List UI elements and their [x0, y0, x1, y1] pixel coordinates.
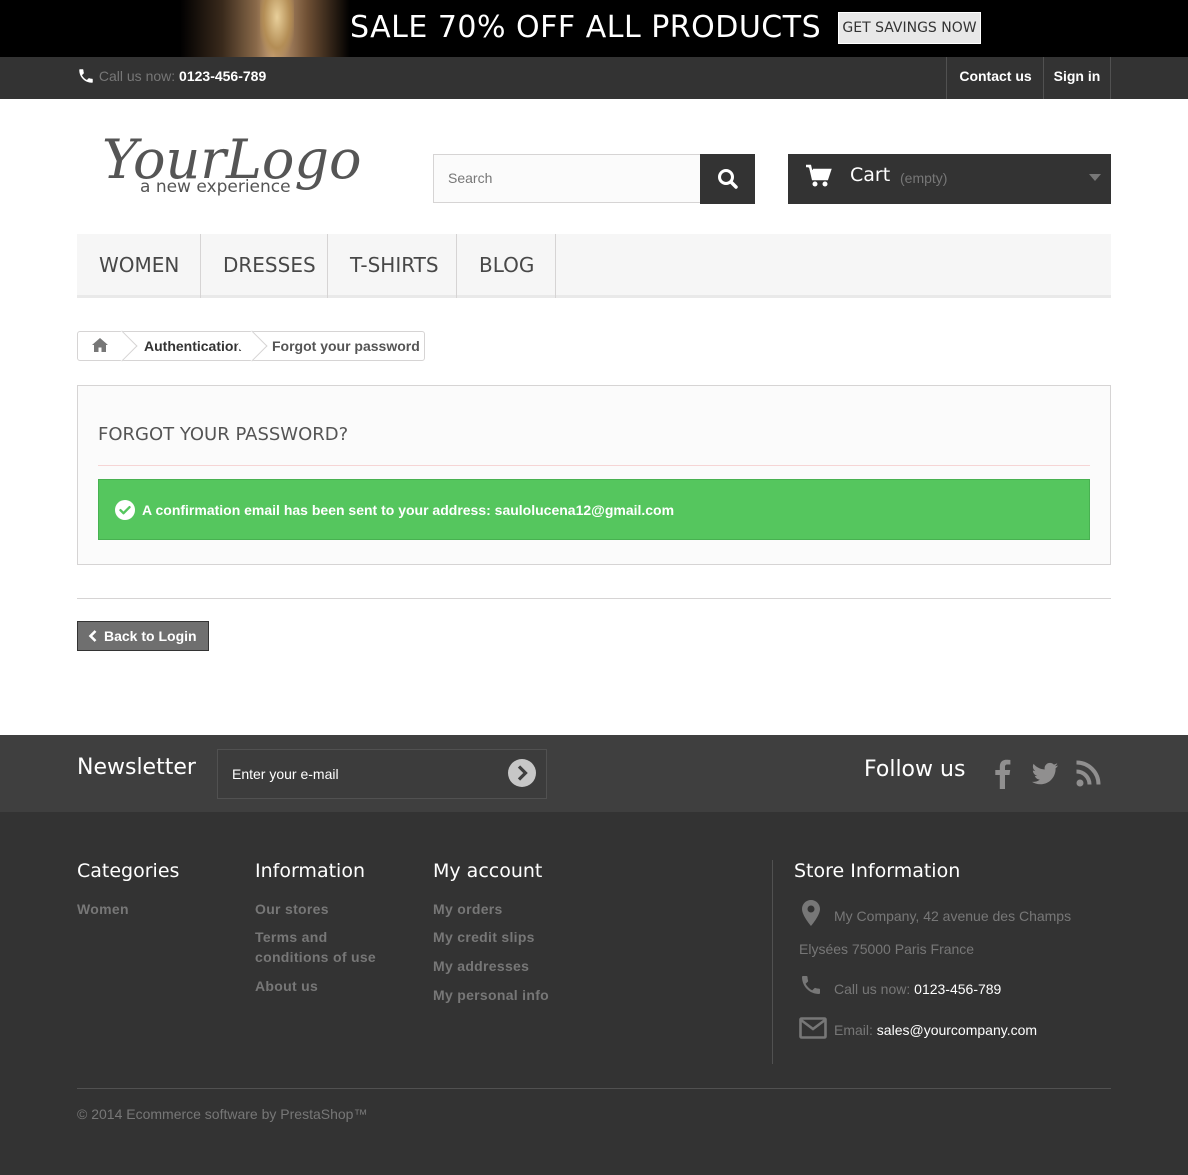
store-email: Email: sales@yourcompany.com [834, 1022, 1037, 1038]
menu-item-tshirts[interactable]: T-SHIRTS [328, 234, 457, 298]
back-to-login-label: Back to Login [104, 628, 197, 644]
newsletter-submit-icon[interactable] [507, 758, 537, 788]
breadcrumb-authentication[interactable]: Authentication [144, 338, 242, 354]
phone-icon [77, 67, 95, 88]
store-email-link[interactable]: sales@yourcompany.com [877, 1022, 1037, 1038]
banner-headline: SALE 70% OFF ALL PRODUCTS [350, 10, 822, 45]
search-button[interactable] [700, 154, 755, 204]
store-address-line1: My Company, 42 avenue des Champs [834, 908, 1072, 924]
menu-item-dresses[interactable]: DRESSES [201, 234, 328, 298]
follow-us-title: Follow us [864, 757, 966, 782]
top-phone-info: Call us now: 0123-456-789 [77, 67, 266, 88]
cart-block[interactable]: Cart (empty) [788, 154, 1111, 204]
store-address-line2: Elysées 75000 Paris France [799, 941, 975, 957]
menu-item-blog[interactable]: BLOG [457, 234, 556, 298]
store-call-label: Call us now: [834, 981, 911, 997]
footer-link-our-stores[interactable]: Our stores [255, 899, 329, 919]
sign-in-link[interactable]: Sign in [1043, 57, 1111, 99]
rss-icon[interactable] [1074, 757, 1104, 789]
footer-link-about-us[interactable]: About us [255, 976, 318, 996]
menu-item-women[interactable]: WOMEN [77, 234, 201, 298]
banner-model-image [180, 0, 350, 57]
page-title: FORGOT YOUR PASSWORD? [98, 424, 349, 445]
cart-label: Cart [850, 164, 891, 186]
check-circle-icon [115, 500, 135, 520]
footer-link-addresses[interactable]: My addresses [433, 956, 529, 976]
search-input[interactable]: Search [433, 154, 701, 203]
footer-link-credit-slips[interactable]: My credit slips [433, 927, 535, 947]
store-phone-number: 0123-456-789 [914, 981, 1002, 997]
success-alert: A confirmation email has been sent to yo… [98, 479, 1090, 540]
main-menu: WOMEN DRESSES T-SHIRTS BLOG [77, 234, 1111, 298]
footer-link-women[interactable]: Women [77, 899, 129, 919]
chevron-left-icon [88, 630, 97, 642]
search-icon [718, 169, 738, 189]
store-phone: Call us now: 0123-456-789 [834, 981, 1001, 997]
store-email-label: Email: [834, 1022, 873, 1038]
facebook-icon[interactable] [988, 757, 1018, 789]
back-to-login-button[interactable]: Back to Login [77, 621, 209, 651]
twitter-icon[interactable] [1030, 757, 1060, 789]
footer-account-title: My account [433, 860, 543, 882]
copyright-text[interactable]: © 2014 Ecommerce software by PrestaShop™ [77, 1106, 367, 1122]
breadcrumb: Authentication Forgot your password [77, 330, 425, 362]
newsletter-title: Newsletter [77, 755, 196, 780]
logo-tagline: a new experience [140, 177, 291, 197]
footer-link-personal-info[interactable]: My personal info [433, 985, 549, 1005]
phone-number: 0123-456-789 [179, 68, 267, 85]
phone-icon [802, 976, 820, 994]
promo-banner[interactable]: SALE 70% OFF ALL PRODUCTS GET SAVINGS NO… [0, 0, 1188, 57]
get-savings-button[interactable]: GET SAVINGS NOW [838, 12, 981, 44]
footer-categories-title: Categories [77, 860, 180, 882]
call-label: Call us now: [98, 68, 176, 85]
heading-divider [98, 465, 1090, 466]
footer-information-title: Information [255, 860, 365, 882]
newsletter-email-input[interactable]: Enter your e-mail [217, 749, 547, 799]
cart-status: (empty) [900, 170, 948, 186]
footer-link-terms[interactable]: Terms and conditions of use [255, 927, 385, 967]
top-nav-bar: Call us now: 0123-456-789 Contact us Sig… [0, 57, 1188, 99]
cart-icon [806, 164, 832, 187]
chevron-down-icon[interactable] [1089, 174, 1101, 181]
envelope-icon [799, 1017, 827, 1039]
breadcrumb-separator [236, 330, 268, 362]
forgot-password-box: FORGOT YOUR PASSWORD? A confirmation ema… [77, 385, 1111, 565]
footer-store-title: Store Information [794, 860, 961, 882]
newsletter-band: Newsletter Enter your e-mail Follow us [0, 735, 1188, 812]
footer-column-divider [772, 860, 773, 1064]
footer-link-my-orders[interactable]: My orders [433, 899, 503, 919]
contact-us-link[interactable]: Contact us [946, 57, 1044, 99]
alert-message: A confirmation email has been sent to yo… [142, 502, 675, 518]
content-divider [77, 598, 1111, 599]
footer: Categories Women Information Our stores … [0, 812, 1188, 1175]
map-marker-icon [802, 900, 820, 926]
footer-bottom-divider [77, 1088, 1111, 1089]
breadcrumb-current: Forgot your password [272, 338, 420, 354]
site-logo[interactable]: YourLogo a new experience [100, 118, 365, 203]
